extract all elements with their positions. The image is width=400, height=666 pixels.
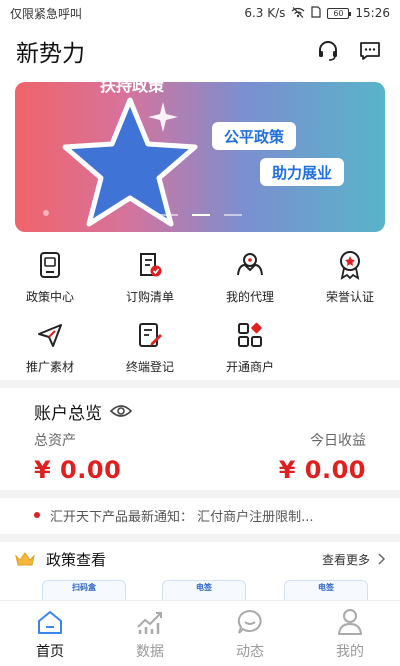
phone-doc-icon <box>35 250 65 280</box>
wifi-off-icon <box>291 6 305 20</box>
tab-label: 首页 <box>36 644 64 660</box>
grid-diamond-icon <box>235 320 265 350</box>
crown-icon <box>15 552 35 566</box>
agent-hands-icon <box>235 250 265 280</box>
banner-pager <box>160 214 242 216</box>
policy-card-tag: 扫码盒 <box>72 583 96 592</box>
today-earnings-value: ¥ 0.00 <box>278 456 366 484</box>
tab-label: 我的 <box>336 644 364 660</box>
tab-label: 动态 <box>236 644 264 660</box>
tab-home[interactable]: 首页 <box>0 601 100 666</box>
section-divider <box>0 490 400 498</box>
network-speed: 6.3 K/s <box>244 6 286 20</box>
menu-item-policy-center[interactable]: 政策中心 <box>0 250 100 308</box>
battery-icon: 60 <box>327 7 352 19</box>
policy-card-tag: 电签 <box>196 583 212 592</box>
chevron-right-icon[interactable] <box>378 553 386 565</box>
register-edit-icon <box>135 320 165 350</box>
battery-level: 60 <box>333 8 344 18</box>
banner-star-line2: 扶持政策 <box>99 76 164 95</box>
status-bar: 仅限紧急呼叫 6.3 K/s 60 15:26 <box>0 0 400 26</box>
paper-plane-icon <box>35 320 65 350</box>
menu-item-my-agent[interactable]: 我的代理 <box>200 250 300 308</box>
notice-dot <box>34 512 40 518</box>
medal-icon <box>335 250 365 280</box>
policy-card[interactable]: 扫码盒 <box>42 580 126 600</box>
bottom-tab-bar: 首页 数据 动态 我的 <box>0 600 400 666</box>
policy-title: 政策查看 <box>46 550 107 569</box>
tab-data[interactable]: 数据 <box>100 601 200 666</box>
tab-label: 数据 <box>136 644 164 660</box>
menu-item-promo-material[interactable]: 推广素材 <box>0 320 100 378</box>
star-badge-icon <box>62 97 198 227</box>
menu-label: 荣誉认证 <box>325 290 374 304</box>
section-divider <box>0 380 400 388</box>
notice-bar[interactable]: 汇开天下产品最新通知： 汇付商户注册限制... <box>0 498 400 532</box>
sim-icon <box>311 6 322 20</box>
home-icon <box>35 607 65 637</box>
status-right: 6.3 K/s 60 15:26 <box>244 6 390 20</box>
message-icon[interactable] <box>356 37 384 65</box>
policy-card-tag: 电签 <box>318 583 334 592</box>
tab-profile[interactable]: 我的 <box>300 601 400 666</box>
chat-bubble-icon <box>235 607 265 637</box>
pager-dot-active[interactable] <box>192 214 210 216</box>
pager-dot[interactable] <box>160 214 178 216</box>
app-header: 新势力 <box>0 28 400 74</box>
customer-service-icon[interactable] <box>314 37 342 65</box>
pager-dot[interactable] <box>224 214 242 216</box>
menu-item-terminal-register[interactable]: 终端登记 <box>100 320 200 378</box>
view-more-link[interactable]: 查看更多 <box>322 551 370 568</box>
menu-item-open-merchant[interactable]: 开通商户 <box>200 320 300 378</box>
banner-star-line1: 新势力 <box>107 56 156 75</box>
total-assets[interactable]: 总资产 ¥ 0.00 <box>34 430 121 484</box>
menu-item-order-list[interactable]: 订购清单 <box>100 250 200 308</box>
menu-label: 开通商户 <box>225 360 274 374</box>
policy-card[interactable]: 电签 <box>284 580 368 600</box>
tab-feed[interactable]: 动态 <box>200 601 300 666</box>
policy-card[interactable]: 电签 <box>162 580 246 600</box>
policy-cards: 扫码盒 电签 电签 <box>0 580 400 600</box>
order-list-icon <box>135 250 165 280</box>
total-assets-label: 总资产 <box>34 433 76 449</box>
function-menu: 政策中心 订购清单 我的代理 荣誉认证 推广素材 终端登记 开通商户 <box>0 250 400 378</box>
carrier-text: 仅限紧急呼叫 <box>10 6 83 21</box>
account-title: 账户总览 <box>34 403 102 424</box>
notice-text: 汇开天下产品最新通知： 汇付商户注册限制... <box>50 509 314 525</box>
account-values: 总资产 ¥ 0.00 今日收益 ¥ 0.00 <box>34 430 366 484</box>
banner-decor-dot <box>43 210 49 216</box>
menu-label: 我的代理 <box>225 290 274 304</box>
menu-label: 政策中心 <box>25 290 74 304</box>
today-earnings[interactable]: 今日收益 ¥ 0.00 <box>279 430 366 484</box>
promo-banner[interactable] <box>15 82 385 232</box>
account-overview: 账户总览 总资产 ¥ 0.00 今日收益 ¥ 0.00 <box>0 392 400 490</box>
menu-item-honor-cert[interactable]: 荣誉认证 <box>300 250 400 308</box>
eye-icon[interactable] <box>110 404 132 418</box>
clock: 15:26 <box>355 6 390 20</box>
user-icon <box>335 607 365 637</box>
menu-label: 推广素材 <box>25 360 74 374</box>
banner-star-text: 新势力 扶持政策 <box>72 56 192 96</box>
banner-pill-fair-policy: 公平政策 <box>212 122 297 150</box>
menu-label: 终端登记 <box>125 360 174 374</box>
policy-header: 政策查看 查看更多 <box>0 544 400 574</box>
section-divider <box>0 534 400 542</box>
chart-icon <box>135 607 165 637</box>
menu-label: 订购清单 <box>125 290 174 304</box>
total-assets-value: ¥ 0.00 <box>34 456 122 484</box>
account-title-row: 账户总览 <box>34 392 366 430</box>
banner-pill-support: 助力展业 <box>260 158 345 186</box>
today-earnings-label: 今日收益 <box>310 433 366 449</box>
